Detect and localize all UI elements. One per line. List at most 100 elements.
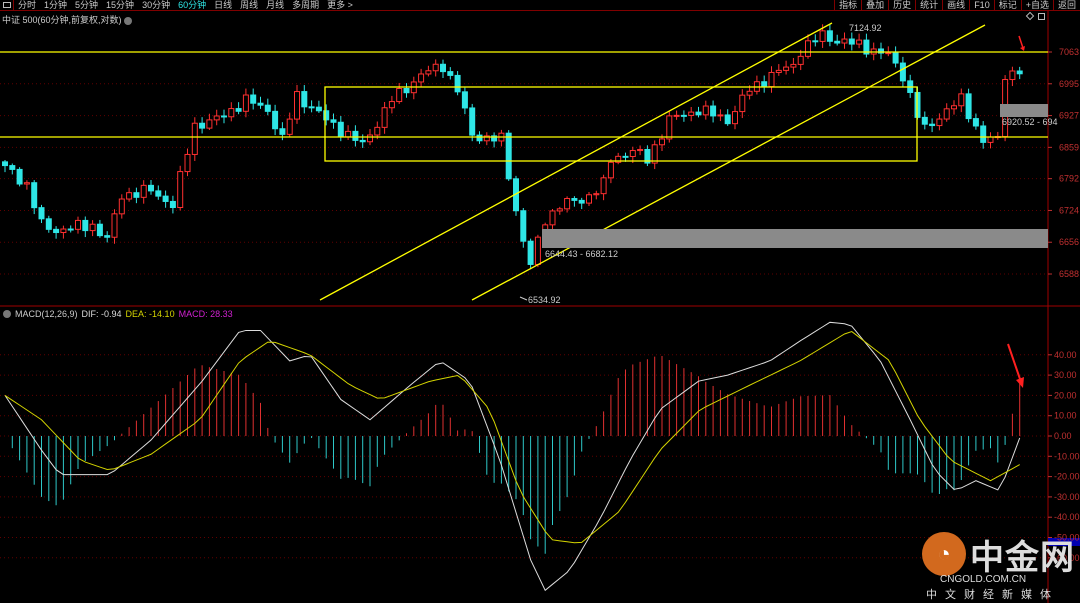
candle[interactable] [856,33,863,49]
candle[interactable] [753,75,760,95]
candle[interactable] [111,209,118,244]
candle[interactable] [673,110,680,120]
candle[interactable] [257,96,264,109]
candle[interactable] [381,101,388,134]
candle[interactable] [899,56,906,88]
candle[interactable] [972,113,979,130]
candle[interactable] [235,102,242,115]
candle[interactable] [892,46,899,68]
candle[interactable] [67,225,74,233]
candle[interactable] [951,100,957,115]
candle[interactable] [717,109,724,122]
candle[interactable] [688,106,695,122]
candle[interactable] [75,216,81,234]
gap-zone-lower[interactable] [542,229,1048,248]
candle[interactable] [556,206,563,215]
candle[interactable] [805,34,811,59]
candle[interactable] [615,152,622,165]
candle[interactable] [432,59,439,77]
candle[interactable] [885,46,892,57]
candle[interactable] [666,111,673,143]
candle[interactable] [680,110,687,122]
candle[interactable] [352,125,359,147]
candle[interactable] [710,100,717,123]
candle[interactable] [607,159,614,184]
candle[interactable] [965,88,972,123]
candle[interactable] [140,180,147,204]
candle[interactable] [418,68,425,87]
candle[interactable] [987,132,994,149]
candle[interactable] [155,185,162,200]
candle[interactable] [549,208,556,232]
candle[interactable] [483,132,490,146]
candle[interactable] [264,98,271,116]
candle[interactable] [294,85,300,124]
candle[interactable] [994,131,1001,140]
candle[interactable] [162,190,169,208]
candle[interactable] [177,165,184,211]
candle[interactable] [447,67,454,80]
candle[interactable] [199,117,206,134]
candle[interactable] [469,103,476,142]
candle[interactable] [104,231,111,243]
candle[interactable] [396,82,403,104]
candle[interactable] [958,88,965,113]
candle[interactable] [16,167,23,187]
candle[interactable] [491,132,498,148]
candle[interactable] [345,125,352,141]
candle[interactable] [206,113,213,131]
candle[interactable] [410,76,417,100]
candle[interactable] [943,103,950,122]
candle[interactable] [637,145,644,156]
candle[interactable] [929,118,936,133]
candle[interactable] [826,24,833,47]
candle[interactable] [761,75,768,93]
candle[interactable] [878,42,884,60]
candle[interactable] [148,180,154,195]
candle[interactable] [23,180,30,190]
candle[interactable] [783,60,790,75]
candle[interactable] [250,88,257,110]
candle[interactable] [498,129,505,147]
candle[interactable] [593,190,600,200]
candle[interactable] [403,83,410,98]
candle[interactable] [775,64,782,76]
candle[interactable] [520,207,527,248]
candle[interactable] [644,145,651,167]
candle[interactable] [53,226,60,239]
candle[interactable] [724,109,731,126]
candle[interactable] [425,65,432,77]
candle[interactable] [315,100,322,113]
candle[interactable] [651,140,658,170]
candle[interactable] [834,34,841,46]
candle[interactable] [863,33,870,58]
candle[interactable] [126,187,133,202]
candle[interactable] [513,175,519,216]
candle[interactable] [31,180,38,215]
candle[interactable] [980,121,987,149]
candle[interactable] [440,59,446,79]
candle[interactable] [9,163,16,175]
candle[interactable] [936,113,943,131]
candle[interactable] [169,195,176,214]
candle[interactable] [1009,66,1016,87]
candle[interactable] [133,187,140,204]
candle[interactable] [308,100,315,113]
candle[interactable] [286,112,293,137]
dropdown-icon[interactable] [3,310,11,318]
candle[interactable] [330,113,337,129]
candle[interactable] [301,85,308,114]
candle[interactable] [38,204,45,223]
candle[interactable] [272,104,279,136]
candle[interactable] [1016,66,1023,80]
candle[interactable] [797,49,804,71]
candle[interactable] [454,71,461,96]
candle[interactable] [82,216,89,238]
candle[interactable] [242,88,249,118]
candle[interactable] [2,159,8,173]
chart-canvas[interactable]: 6644.43 - 6682.12 6920.52 - 694 7124.92 … [0,0,1080,603]
candle[interactable] [586,192,592,206]
candle[interactable] [921,111,928,130]
candle[interactable] [841,32,848,49]
candle[interactable] [600,174,607,201]
